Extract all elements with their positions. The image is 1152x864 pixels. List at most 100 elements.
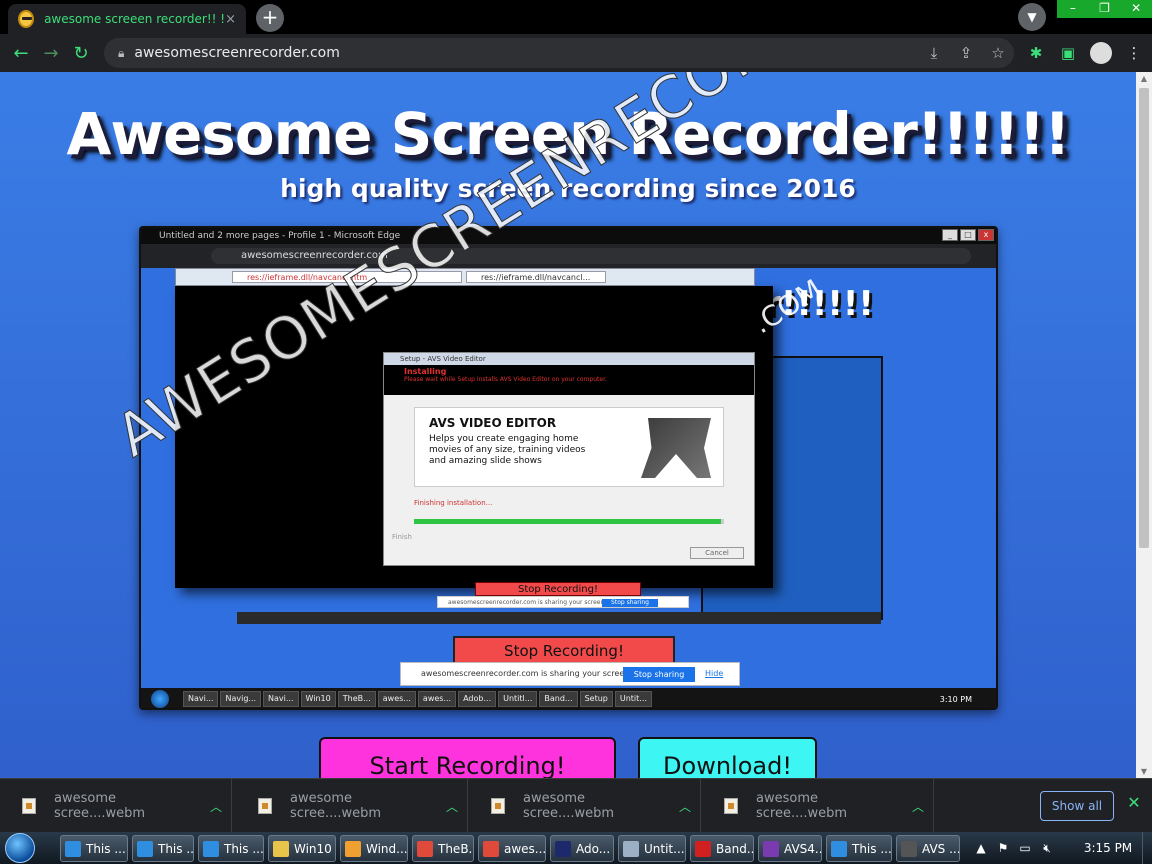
taskbar-app-icon <box>695 840 711 857</box>
close-downloads-icon[interactable]: ✕ <box>1124 793 1144 812</box>
restore-button[interactable]: ❐ <box>1089 0 1121 18</box>
dialog-message: Please wait while Setup installs AVS Vid… <box>404 376 607 383</box>
minimize-button[interactable]: – <box>1057 0 1089 18</box>
hide-link: Hide <box>705 669 724 678</box>
address-bar[interactable]: 🔒︎ awesomescreenrecorder.com ⤓ ⇪ ☆ <box>104 38 1014 68</box>
dialog-cancel-button: Cancel <box>690 547 744 559</box>
preview-taskbar: Navi... Navig... Navi... Win10 TheB... a… <box>141 688 996 708</box>
download-filename: awesome scree....webm <box>523 791 615 821</box>
taskbar-button-label: AVS ... <box>922 841 960 856</box>
download-item[interactable]: awesome scree....webm ︿ <box>236 779 468 833</box>
windows-taskbar: This ... This ... This ... Win10 Wind... TheB… <box>0 832 1152 864</box>
taskbar-button[interactable]: AVS ... <box>896 835 960 862</box>
download-item[interactable]: awesome scree....webm ︿ <box>702 779 934 833</box>
taskbar-button[interactable]: Untit... <box>618 835 686 862</box>
download-button[interactable]: Download! <box>638 737 817 778</box>
taskbar-button-label: TheB... <box>438 841 473 856</box>
tab-close-icon[interactable]: × <box>225 12 236 27</box>
taskbar-app-icon <box>483 840 499 857</box>
lock-icon: 🔒︎ <box>118 45 125 60</box>
preview-taskbar-item: Navi... <box>183 691 219 707</box>
taskbar-button[interactable]: awes... <box>478 835 546 862</box>
taskbar-button-label: AVS4... <box>784 841 821 856</box>
preview-taskbar-item: Setup <box>579 691 613 707</box>
taskbar-button[interactable]: TheB... <box>412 835 474 862</box>
address-url[interactable]: awesomescreenrecorder.com <box>134 45 918 61</box>
extensions-puzzle-icon[interactable]: ✱ <box>1020 44 1052 62</box>
browser-tab-strip: awesome screeen recorder!! ! × + ▼ – ❐ ✕ <box>0 0 1152 34</box>
forward-arrow-icon[interactable]: → <box>36 43 66 64</box>
reload-icon[interactable]: ↻ <box>66 43 96 64</box>
taskbar-button[interactable]: This ... <box>826 835 892 862</box>
profile-avatar[interactable] <box>1090 42 1112 64</box>
preview-close-icon: x <box>978 229 994 241</box>
taskbar-button-label: This ... <box>158 841 194 856</box>
windows-logo-icon <box>5 833 35 863</box>
tray-flag-icon[interactable]: ⚑ <box>992 841 1014 855</box>
browser-tab[interactable]: awesome screeen recorder!! ! × <box>8 4 246 34</box>
preview-nested-taskbar <box>237 612 881 624</box>
show-desktop-button[interactable] <box>1142 832 1152 864</box>
scroll-up-arrow-icon[interactable]: ▲ <box>1136 74 1152 83</box>
browser-toolbar: ← → ↻ 🔒︎ awesomescreenrecorder.com ⤓ ⇪ ☆… <box>0 34 1152 72</box>
download-item[interactable]: awesome scree....webm ︿ <box>469 779 701 833</box>
chevron-up-icon[interactable]: ︿ <box>437 798 467 815</box>
scrollbar-thumb[interactable] <box>1139 88 1149 548</box>
show-all-downloads-button[interactable]: Show all <box>1040 791 1114 821</box>
product-description: Helps you create engaging home movies of… <box>429 434 586 466</box>
preview-window-title: Untitled and 2 more pages - Profile 1 - … <box>141 228 996 244</box>
taskbar-clock[interactable]: 3:15 PM <box>1078 832 1138 864</box>
taskbar-button[interactable]: Band... <box>690 835 754 862</box>
back-arrow-icon[interactable]: ← <box>6 43 36 64</box>
preview-share-banner: awesomescreenrecorder.com is sharing you… <box>400 662 740 686</box>
bookmark-star-icon[interactable]: ☆ <box>982 44 1014 62</box>
taskbar-button[interactable]: Win10 <box>268 835 336 862</box>
network-icon[interactable]: ▭ <box>1014 841 1036 855</box>
taskbar-button[interactable]: Wind... <box>340 835 408 862</box>
preview-taskbar-item: awes... <box>377 691 416 707</box>
video-file-icon <box>491 798 505 814</box>
video-file-icon <box>724 798 738 814</box>
preview-browser-toolbar: awesomescreenrecorder.com <box>141 244 996 268</box>
download-filename: awesome scree....webm <box>756 791 848 821</box>
install-download-icon[interactable]: ⤓ <box>918 44 950 62</box>
share-icon[interactable]: ⇪ <box>950 44 982 62</box>
taskbar-button[interactable]: This ... <box>132 835 194 862</box>
page-viewport: Awesome Screen Recorder!!!!!! high quali… <box>0 72 1152 778</box>
close-window-button[interactable]: ✕ <box>1120 0 1152 18</box>
video-file-icon <box>22 798 36 814</box>
taskbar-button[interactable]: This ... <box>198 835 264 862</box>
taskbar-app-icon <box>555 840 571 857</box>
volume-muted-icon[interactable]: 🔇︎ <box>1036 841 1058 856</box>
chevron-up-icon[interactable]: ︿ <box>201 798 231 815</box>
dialog-product-panel: AVS VIDEO EDITOR Helps you create engagi… <box>414 407 724 487</box>
taskbar-app-icon <box>203 840 219 857</box>
share-text: awesomescreenrecorder.com is sharing you… <box>421 669 632 678</box>
page-scrollbar[interactable]: ▲ ▼ <box>1136 72 1152 778</box>
finishing-text: Finishing installation... <box>414 499 493 507</box>
downloads-bar: awesome scree....webm ︿ awesome scree...… <box>0 778 1152 833</box>
download-filename: awesome scree....webm <box>54 791 146 821</box>
new-tab-button[interactable]: + <box>256 4 284 32</box>
start-recording-button[interactable]: Start Recording! <box>319 737 616 778</box>
tray-arrow-icon[interactable]: ▲ <box>970 841 992 855</box>
taskbar-button-label: awes... <box>504 841 546 856</box>
chevron-up-icon[interactable]: ︿ <box>903 798 933 815</box>
preview-address: awesomescreenrecorder.com <box>211 248 971 264</box>
preview-taskbar-item: Navig... <box>220 691 262 707</box>
scroll-down-arrow-icon[interactable]: ▼ <box>1136 767 1152 776</box>
start-button[interactable] <box>0 832 40 864</box>
taskbar-button[interactable]: AVS4... <box>758 835 822 862</box>
taskbar-button-label: Win10 <box>294 841 332 856</box>
taskbar-button-label: Wind... <box>366 841 408 856</box>
taskbar-button[interactable]: Ado... <box>550 835 614 862</box>
kebab-menu-icon[interactable]: ⋮ <box>1118 44 1150 62</box>
chevron-up-icon[interactable]: ︿ <box>670 798 700 815</box>
dialog-header: Installing Please wait while Setup insta… <box>384 365 754 395</box>
taskbar-button[interactable]: This ... <box>60 835 128 862</box>
side-panel-icon[interactable]: ▣ <box>1052 44 1084 62</box>
download-item[interactable]: awesome scree....webm ︿ <box>0 779 232 833</box>
tab-search-chevron-icon[interactable]: ▼ <box>1018 3 1046 31</box>
preview-maximize-icon: □ <box>960 229 976 241</box>
preview-taskbar-item: Win10 <box>300 691 336 707</box>
